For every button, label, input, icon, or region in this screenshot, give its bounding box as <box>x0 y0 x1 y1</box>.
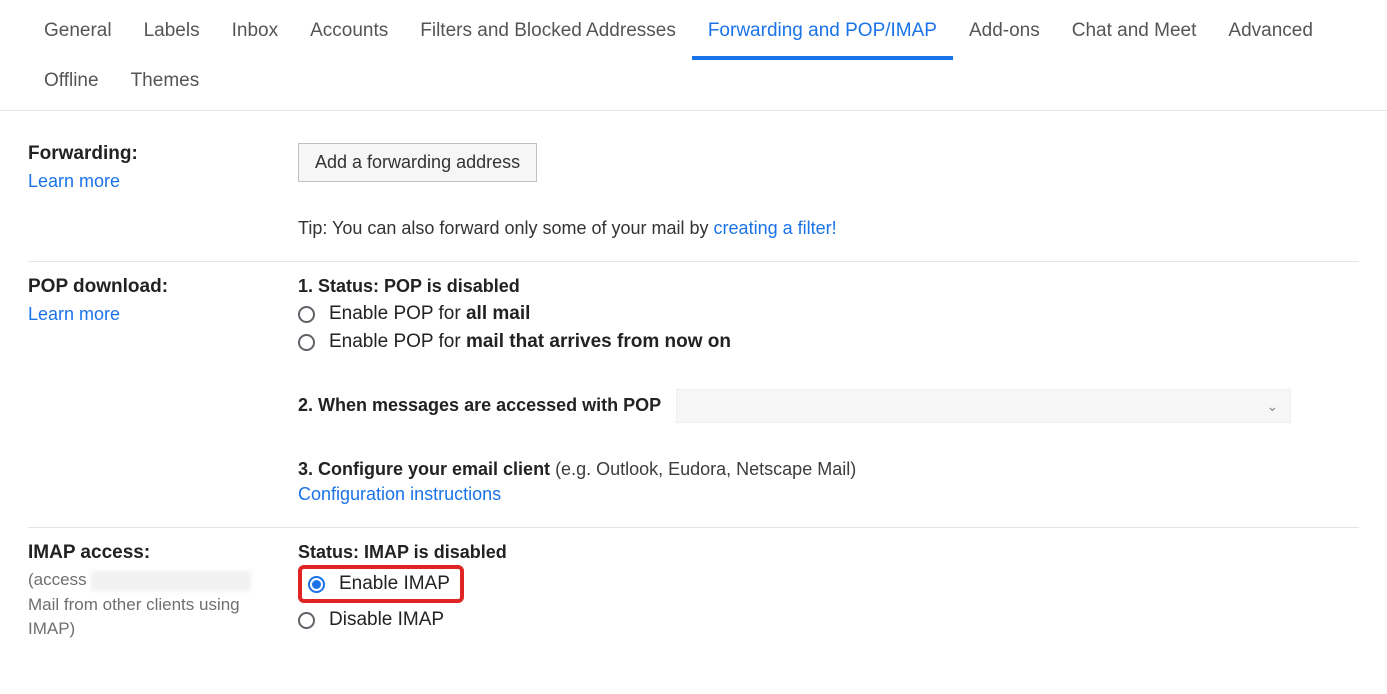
enable-imap-highlight: Enable IMAP <box>298 565 464 603</box>
radio-icon <box>298 306 315 323</box>
chevron-down-icon: ⌄ <box>1266 398 1278 415</box>
tab-chat-and-meet[interactable]: Chat and Meet <box>1056 10 1213 60</box>
radio-icon <box>298 334 315 351</box>
radio-icon <box>298 612 315 629</box>
tab-advanced[interactable]: Advanced <box>1212 10 1329 60</box>
tab-themes[interactable]: Themes <box>115 60 216 110</box>
tab-add-ons[interactable]: Add-ons <box>953 10 1056 60</box>
tab-accounts[interactable]: Accounts <box>294 10 404 60</box>
pop-status: 1. Status: POP is disabled <box>298 276 1359 297</box>
pop-enable-now-on-radio[interactable]: Enable POP for mail that arrives from no… <box>298 331 1359 353</box>
forwarding-learn-more-link[interactable]: Learn more <box>28 171 120 192</box>
create-filter-link[interactable]: creating a filter! <box>714 218 837 238</box>
redacted-text <box>91 571 251 591</box>
forwarding-tip: Tip: You can also forward only some of y… <box>298 218 1359 239</box>
configuration-instructions-link[interactable]: Configuration instructions <box>298 484 1359 505</box>
imap-status: Status: IMAP is disabled <box>298 542 1359 563</box>
tab-offline[interactable]: Offline <box>28 60 115 110</box>
settings-tabs: GeneralLabelsInboxAccountsFilters and Bl… <box>0 0 1387 111</box>
add-forwarding-address-button[interactable]: Add a forwarding address <box>298 143 537 182</box>
pop-learn-more-link[interactable]: Learn more <box>28 304 120 325</box>
tab-general[interactable]: General <box>28 10 128 60</box>
imap-enable-radio[interactable]: Enable IMAP <box>306 573 450 595</box>
tab-inbox[interactable]: Inbox <box>216 10 294 60</box>
imap-subtext: (access Mail from other clients using IM… <box>28 568 288 642</box>
tab-forwarding-and-pop-imap[interactable]: Forwarding and POP/IMAP <box>692 10 953 60</box>
pop-action-select[interactable]: ⌄ <box>676 389 1291 423</box>
imap-title: IMAP access: <box>28 542 288 564</box>
tab-labels[interactable]: Labels <box>128 10 216 60</box>
pop-accessed-row: 2. When messages are accessed with POP ⌄ <box>298 389 1359 423</box>
forwarding-tip-text: Tip: You can also forward only some of y… <box>298 218 714 238</box>
pop-title: POP download: <box>28 276 288 298</box>
section-imap: IMAP access: (access Mail from other cli… <box>28 528 1359 664</box>
settings-content: Forwarding: Learn more Add a forwarding … <box>0 111 1387 694</box>
section-forwarding: Forwarding: Learn more Add a forwarding … <box>28 129 1359 262</box>
imap-disable-radio[interactable]: Disable IMAP <box>298 609 1359 631</box>
forwarding-title: Forwarding: <box>28 143 288 165</box>
tab-filters-and-blocked-addresses[interactable]: Filters and Blocked Addresses <box>404 10 692 60</box>
section-pop: POP download: Learn more 1. Status: POP … <box>28 262 1359 528</box>
radio-icon <box>308 576 325 593</box>
pop-enable-all-radio[interactable]: Enable POP for all mail <box>298 303 1359 325</box>
pop-configure-row: 3. Configure your email client (e.g. Out… <box>298 459 1359 505</box>
